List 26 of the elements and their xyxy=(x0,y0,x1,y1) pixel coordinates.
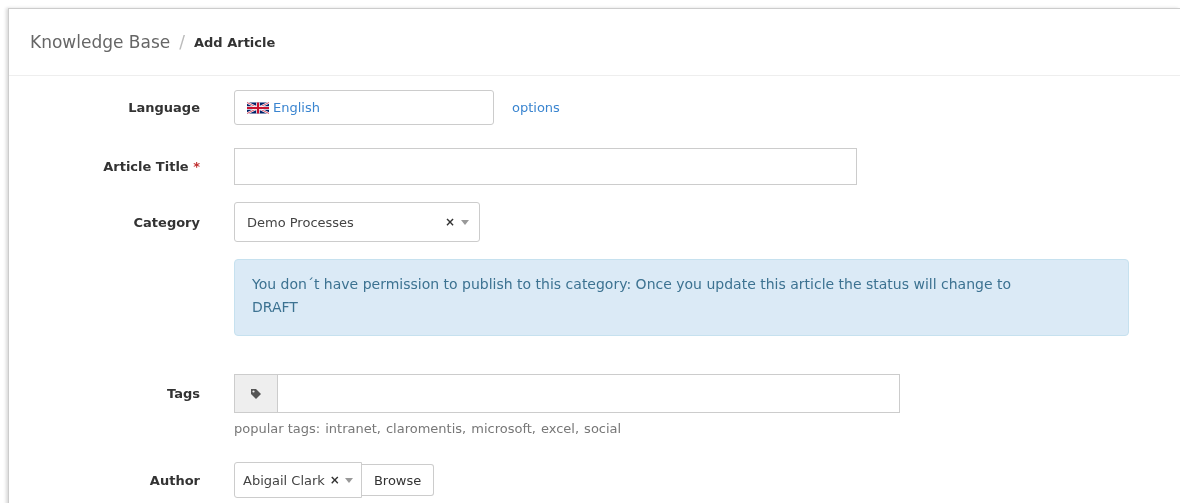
flag-icon xyxy=(247,100,269,115)
author-select[interactable]: Abigail Clark × xyxy=(234,462,362,498)
options-link[interactable]: options xyxy=(512,100,560,115)
field-label: Tags xyxy=(166,385,200,403)
breadcrumb-link[interactable]: Knowledge Base xyxy=(30,32,171,52)
browse-button[interactable]: Browse xyxy=(361,464,435,496)
permission-alert: You don´t have permission to publish to this category: Once you update this article the status will change to DRAFT xyxy=(234,259,1129,336)
field-label: Author xyxy=(148,472,200,488)
language-select[interactable]: English xyxy=(234,90,494,125)
popular-tags-label: popular tags: xyxy=(234,421,321,436)
field-label: Article Title * xyxy=(102,159,200,174)
tags-field[interactable] xyxy=(234,374,900,413)
field-label: Category xyxy=(132,214,200,230)
popular-tag[interactable]: microsoft, xyxy=(471,421,536,436)
popular-tag[interactable]: claromentis, xyxy=(385,421,467,436)
title-field[interactable] xyxy=(234,148,857,185)
tag-icon xyxy=(250,387,262,400)
breadcrumb-separator: / xyxy=(179,32,185,52)
popular-tag[interactable]: intranet, xyxy=(325,421,381,436)
popular-tag[interactable]: excel, xyxy=(541,421,580,436)
page-title: Add Article xyxy=(194,34,276,50)
field-label: Language xyxy=(127,100,200,115)
popular-tag[interactable]: social xyxy=(584,421,622,436)
caret-icon xyxy=(461,219,469,225)
caret-icon xyxy=(344,477,353,483)
category-select[interactable]: Demo Processes × xyxy=(234,202,480,242)
